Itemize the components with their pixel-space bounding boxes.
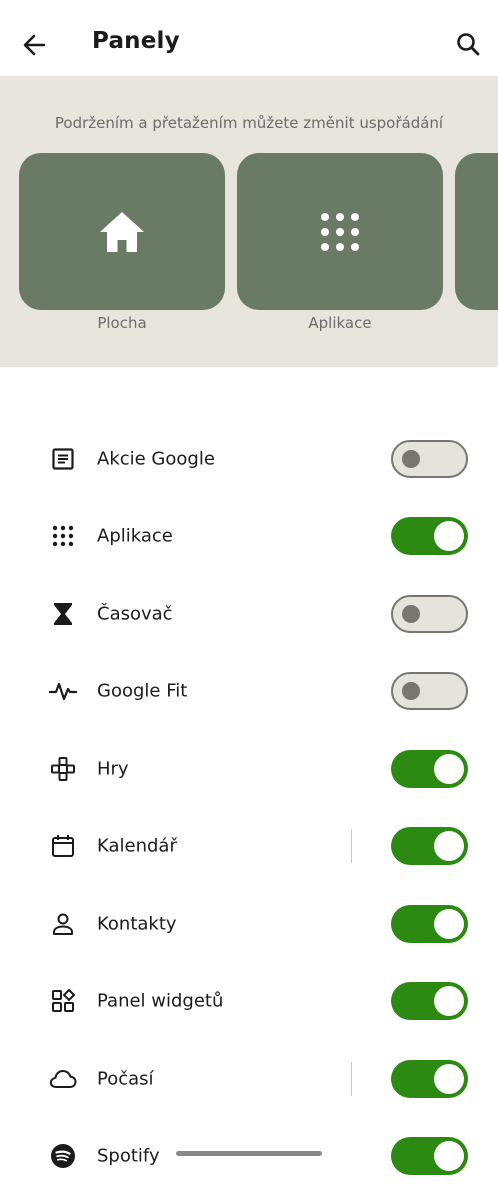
list-item: Počasí bbox=[0, 1040, 498, 1118]
toggle-knob bbox=[434, 1064, 464, 1094]
toggle-switch[interactable] bbox=[391, 440, 468, 478]
toggle-switch[interactable] bbox=[391, 982, 468, 1020]
heartbeat-icon bbox=[48, 676, 78, 706]
toggle-switch[interactable] bbox=[391, 595, 468, 633]
search-icon bbox=[452, 28, 486, 62]
apps-grid-icon bbox=[48, 521, 78, 551]
top-app-bar: Panely bbox=[0, 0, 498, 76]
back-button[interactable] bbox=[18, 28, 52, 62]
toggle-switch[interactable] bbox=[391, 1060, 468, 1098]
list-item-label: Kalendář bbox=[97, 836, 177, 857]
arrow-left-icon bbox=[18, 28, 52, 62]
gamepad-icon bbox=[48, 754, 78, 784]
reorder-hint: Podržením a přetažením můžete změnit usp… bbox=[0, 114, 498, 132]
toggle-switch[interactable] bbox=[391, 750, 468, 788]
row-divider bbox=[351, 1062, 352, 1096]
list-item-label: Akcie Google bbox=[97, 448, 215, 469]
list-item: Panel widgetů bbox=[0, 963, 498, 1041]
toggle-knob bbox=[434, 754, 464, 784]
list-item: Kalendář bbox=[0, 808, 498, 886]
toggle-knob bbox=[434, 909, 464, 939]
search-button[interactable] bbox=[452, 28, 486, 62]
list-item-label: Kontakty bbox=[97, 913, 177, 934]
panel-tile-plocha[interactable] bbox=[19, 153, 225, 310]
hourglass-icon bbox=[48, 599, 78, 629]
row-divider bbox=[351, 829, 352, 863]
gesture-navigation-bar[interactable] bbox=[176, 1151, 322, 1156]
spotify-icon bbox=[48, 1141, 78, 1171]
list-item: Hry bbox=[0, 730, 498, 808]
list-item: Aplikace bbox=[0, 498, 498, 576]
list-item-label: Časovač bbox=[97, 603, 173, 624]
apps-grid-icon bbox=[320, 212, 360, 252]
toggle-knob bbox=[434, 986, 464, 1016]
list-item: Časovač bbox=[0, 575, 498, 653]
panel-tile-partial[interactable] bbox=[455, 153, 498, 310]
list-item-label: Spotify bbox=[97, 1146, 160, 1167]
toggle-switch[interactable] bbox=[391, 517, 468, 555]
panel-tile-aplikace[interactable] bbox=[237, 153, 443, 310]
toggle-knob bbox=[402, 450, 420, 468]
toggle-knob bbox=[402, 605, 420, 623]
news-icon bbox=[48, 444, 78, 474]
toggle-switch[interactable] bbox=[391, 905, 468, 943]
panel-tile-label: Plocha bbox=[19, 314, 225, 332]
list-item: Akcie Google bbox=[0, 420, 498, 498]
list-item: Spotify bbox=[0, 1118, 498, 1195]
calendar-icon bbox=[48, 831, 78, 861]
list-item-label: Aplikace bbox=[97, 526, 173, 547]
list-item-label: Google Fit bbox=[97, 681, 187, 702]
cloud-icon bbox=[48, 1064, 78, 1094]
toggle-knob bbox=[434, 521, 464, 551]
toggle-switch[interactable] bbox=[391, 1137, 468, 1175]
person-icon bbox=[48, 909, 78, 939]
toggle-knob bbox=[434, 1141, 464, 1171]
list-item-label: Hry bbox=[97, 758, 129, 779]
page-title: Panely bbox=[92, 28, 180, 54]
list-item: Kontakty bbox=[0, 885, 498, 963]
panel-tile-label: Aplikace bbox=[237, 314, 443, 332]
panel-list: Akcie Google Aplikace Časovač Google Fit… bbox=[0, 420, 498, 1195]
toggle-switch[interactable] bbox=[391, 827, 468, 865]
toggle-switch[interactable] bbox=[391, 672, 468, 710]
list-item-label: Panel widgetů bbox=[97, 991, 223, 1012]
toggle-knob bbox=[434, 831, 464, 861]
toggle-knob bbox=[402, 682, 420, 700]
list-item-label: Počasí bbox=[97, 1068, 154, 1089]
list-item: Google Fit bbox=[0, 653, 498, 731]
widgets-icon bbox=[48, 986, 78, 1016]
home-icon bbox=[98, 210, 146, 254]
panel-reorder-tray: Podržením a přetažením můžete změnit usp… bbox=[0, 76, 498, 367]
